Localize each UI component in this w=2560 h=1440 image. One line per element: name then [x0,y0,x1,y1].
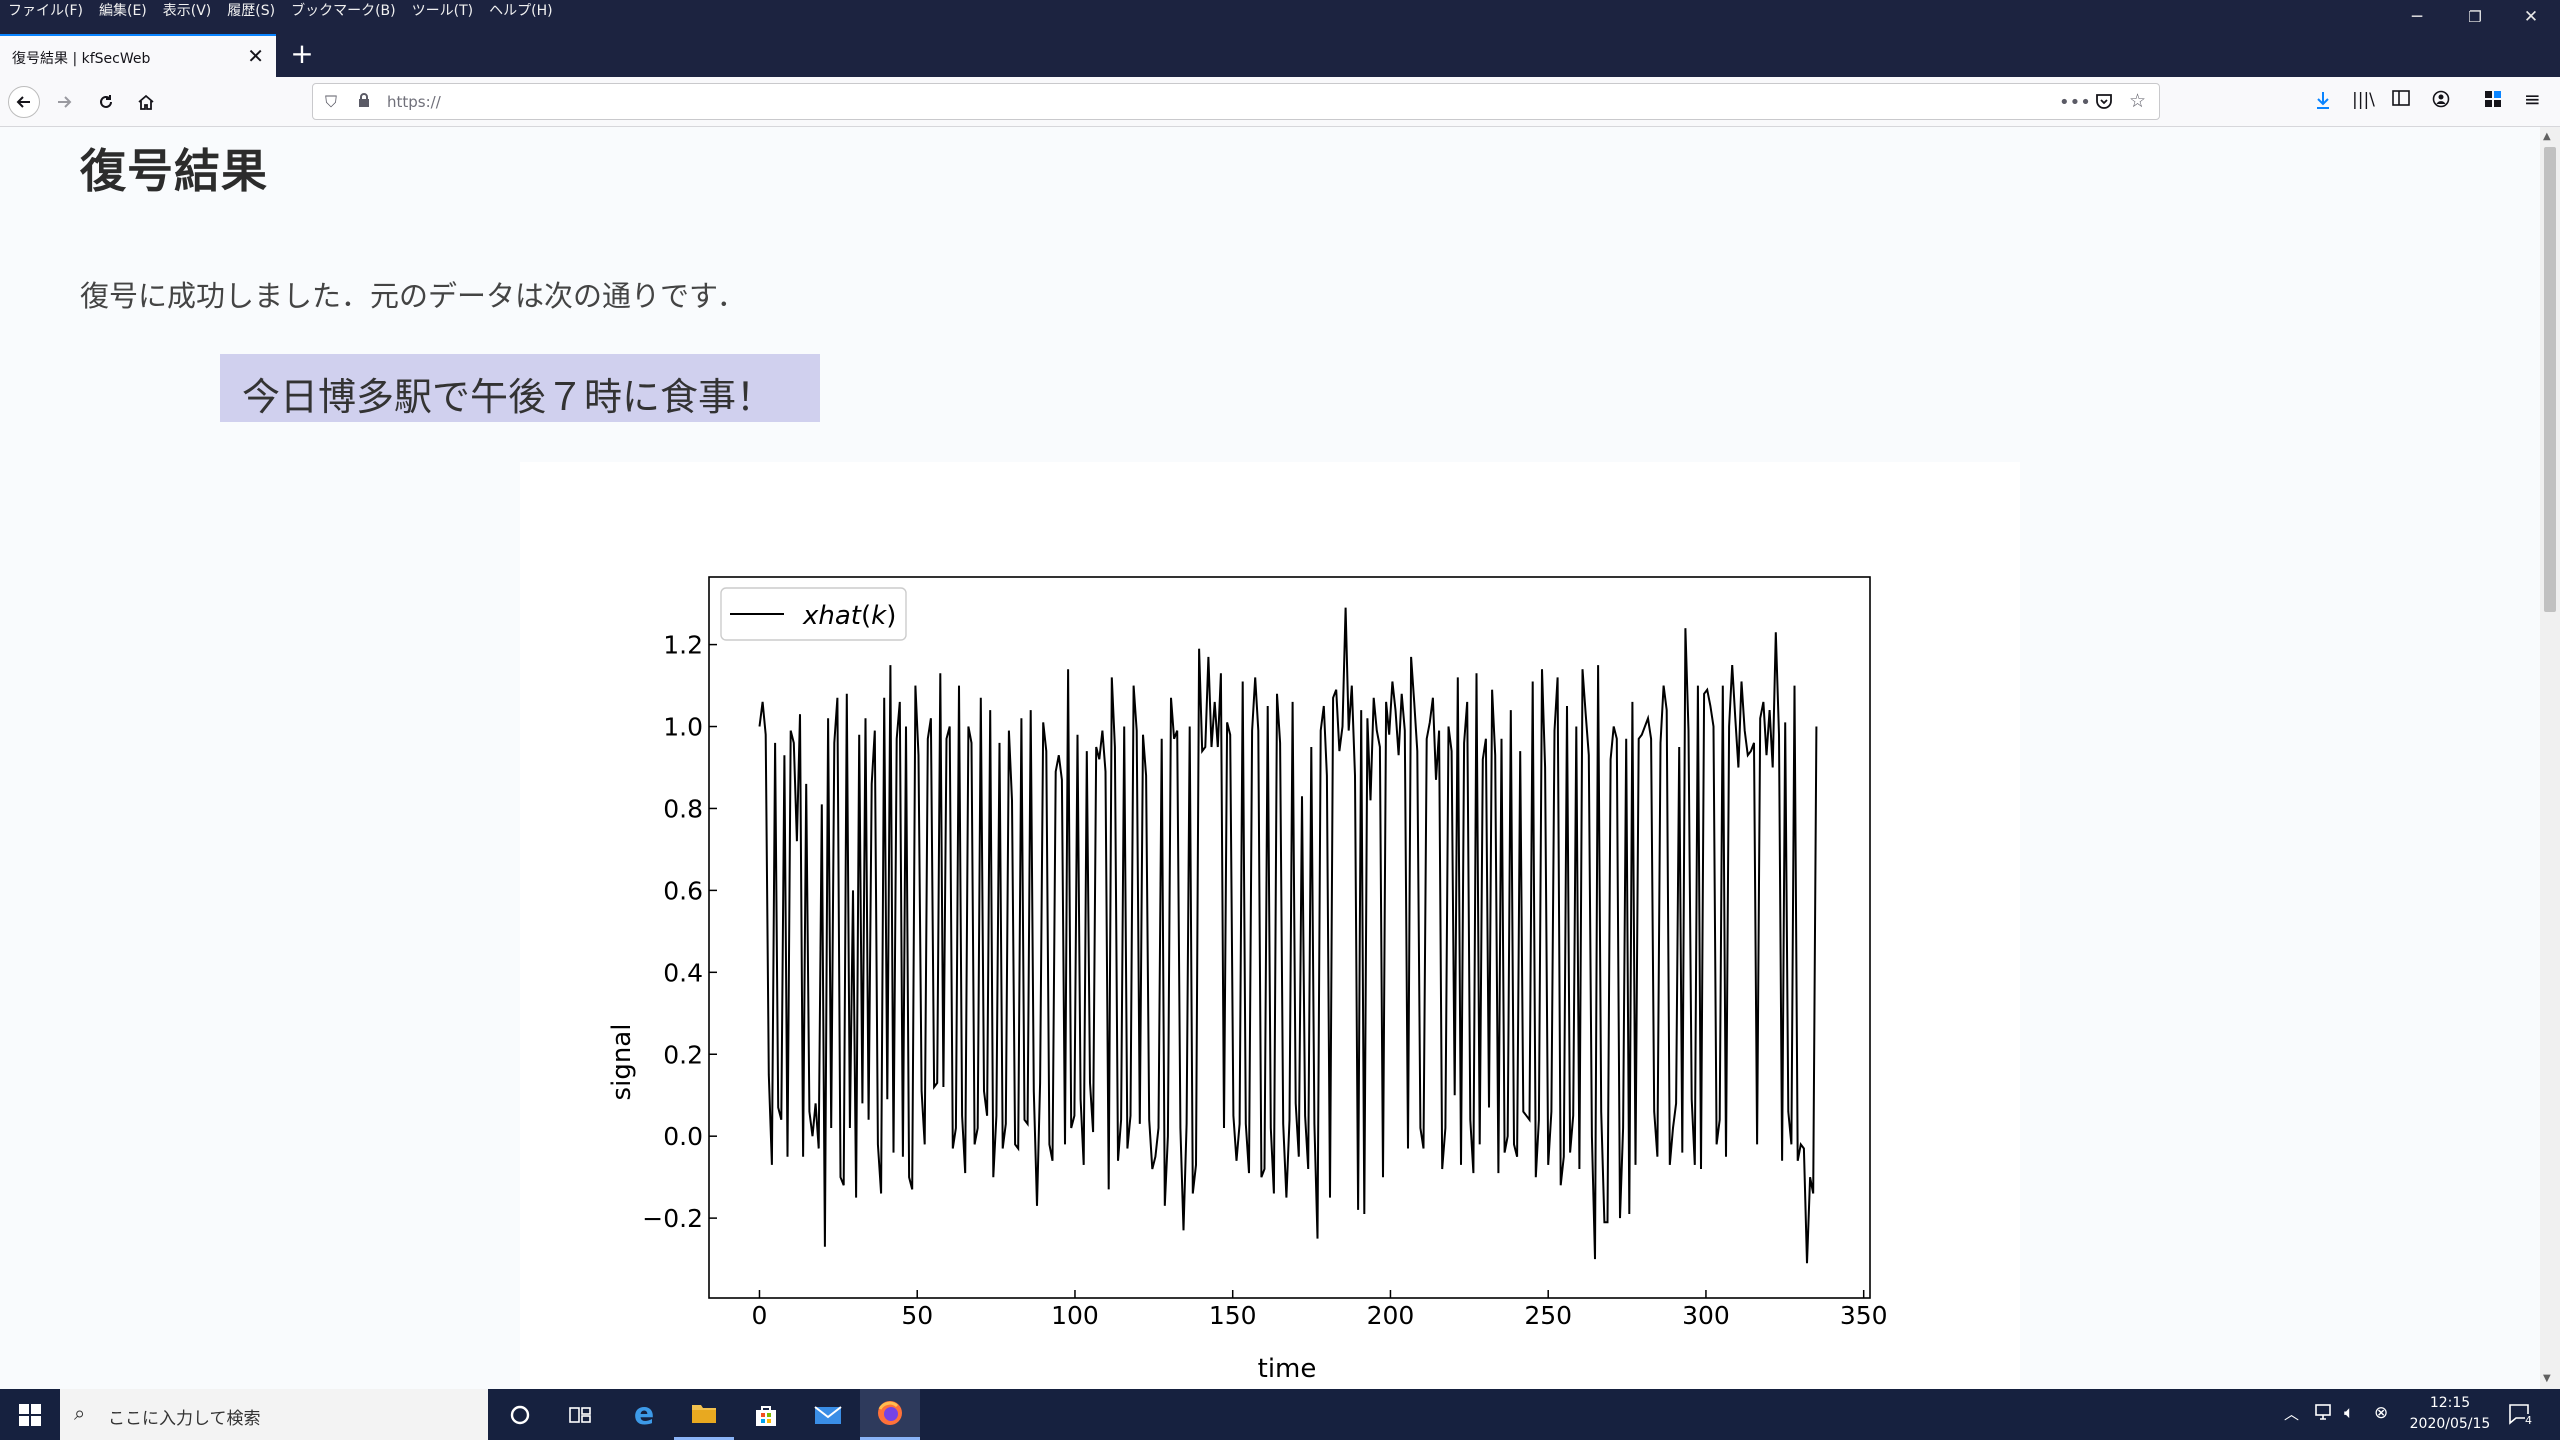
x-tick-label: 50 [901,1301,933,1330]
mail-icon[interactable] [798,1389,858,1440]
tab-active[interactable]: 復号結果 | kfSecWeb ✕ [0,34,276,77]
close-tab-icon[interactable]: ✕ [247,44,264,68]
x-axis-label: time [1258,1354,1317,1384]
url-bar[interactable]: ⛉ https:// ••• ☆ [312,83,2160,120]
network-icon[interactable] [2314,1403,2334,1426]
notification-count: 4 [2525,1414,2532,1427]
downloads-icon[interactable] [2314,90,2332,115]
clock-date: 2020/05/15 [2409,1416,2491,1432]
x-tick-label: 350 [1840,1301,1888,1330]
cortana-icon[interactable] [490,1389,550,1440]
tab-title: 復号結果 | kfSecWeb [12,51,151,67]
page-title: 復号結果 [80,144,268,198]
chart-legend: xhat(k) [720,587,907,641]
y-tick-label: 0.8 [663,794,703,823]
menu-help[interactable]: ヘルプ(H) [481,0,560,22]
decrypted-result-box: 今日博多駅で午後７時に食事！ [220,354,820,422]
signal-chart: 0 50 100 150 200 250 300 350 −0.2 0.0 0.2 0.4 0.6 0.8… [607,576,1888,1384]
bookmark-star-icon[interactable]: ☆ [2129,90,2146,112]
menu-tools[interactable]: ツール(T) [404,0,481,22]
menu-view[interactable]: 表示(V) [155,0,220,22]
minimize-icon[interactable]: ─ [2388,0,2446,34]
taskbar-clock[interactable]: 12:15 2020/05/15 [2400,1393,2500,1435]
legend-label: xhat(k) [802,601,896,631]
signal-chart-card: 0 50 100 150 200 250 300 350 −0.2 0.0 0.2 0.4 0.6 0.8… [520,462,2020,1389]
library-icon[interactable]: |||\ [2352,90,2375,110]
firefox-icon[interactable] [860,1389,920,1440]
close-window-icon[interactable]: ✕ [2502,0,2560,34]
url-text: https:// [387,93,441,111]
browser-titlebar: ファイル(F) 編集(E) 表示(V) 履歴(S) ブックマーク(B) ツール(… [0,0,2560,77]
reload-icon[interactable] [90,86,122,118]
taskbar-search-placeholder: ここに入力して検索 [108,1409,261,1429]
y-tick-label: 0.4 [663,958,703,987]
y-tick-label: 1.0 [663,713,703,742]
hamburger-menu-icon[interactable]: ≡ [2524,87,2541,111]
scroll-up-icon[interactable]: ▲ [2543,131,2551,142]
decrypted-result-text: 今日博多駅で午後７時に食事！ [242,375,775,419]
edge-browser-icon[interactable]: e [614,1389,674,1440]
new-tab-button[interactable]: + [284,36,320,72]
x-tick-label: 0 [752,1301,768,1330]
pocket-icon[interactable] [2095,92,2113,114]
forward-arrow-icon[interactable] [48,86,80,118]
restore-icon[interactable]: ❐ [2446,0,2504,34]
extensions-icon[interactable] [2484,90,2502,113]
y-tick-label: −0.2 [642,1204,703,1233]
lock-icon[interactable] [357,92,371,112]
navigation-toolbar: ⛉ https:// ••• ☆ |||\ ≡ [0,77,2560,127]
ime-status-icon[interactable]: ⊗ [2374,1403,2388,1423]
account-icon[interactable] [2432,90,2450,113]
scroll-down-icon[interactable]: ▼ [2543,1373,2551,1384]
y-tick-label: 1.2 [663,631,703,660]
taskbar-search-box[interactable]: ⌕ ここに入力して検索 [60,1389,488,1440]
x-tick-label: 300 [1682,1301,1730,1330]
clock-time: 12:15 [2429,1395,2471,1411]
page-content: 復号結果 復号に成功しました．元のデータは次の通りです． 今日博多駅で午後７時に… [0,127,2540,1389]
menu-history[interactable]: 履歴(S) [219,0,283,22]
back-arrow-icon[interactable] [8,86,40,118]
menu-bar: ファイル(F) 編集(E) 表示(V) 履歴(S) ブックマーク(B) ツール(… [0,0,561,22]
x-tick-label: 150 [1209,1301,1257,1330]
task-view-icon[interactable] [550,1389,610,1440]
menu-bookmarks[interactable]: ブックマーク(B) [283,0,404,22]
home-icon[interactable] [130,86,162,118]
windows-start-icon[interactable] [0,1389,60,1440]
page-actions-icon[interactable]: ••• [2059,92,2091,113]
tracking-shield-icon[interactable]: ⛉ [325,92,337,112]
menu-file[interactable]: ファイル(F) [0,0,91,22]
tray-chevron-up-icon[interactable]: ︿ [2284,1403,2299,1424]
x-tick-label: 250 [1524,1301,1572,1330]
store-icon[interactable] [736,1389,796,1440]
y-axis-label: signal [607,1024,637,1101]
series-line-xhat [758,607,1818,1264]
page-scrollbar[interactable]: ▲ ▼ [2540,127,2560,1389]
menu-edit[interactable]: 編集(E) [91,0,155,22]
y-tick-label: 0.2 [663,1040,703,1069]
x-tick-label: 200 [1367,1301,1415,1330]
y-tick-label: 0.6 [663,876,703,905]
volume-icon[interactable]: 🔈︎ [2344,1403,2354,1423]
y-tick-label: 0.0 [663,1122,703,1151]
file-explorer-icon[interactable] [674,1389,734,1440]
windows-taskbar: ⌕ ここに入力して検索 e ︿ 🔈︎ ⊗ 12:15 2020/05/15 4 [0,1389,2560,1440]
success-message: 復号に成功しました．元のデータは次の通りです． [80,279,746,313]
x-tick-label: 100 [1051,1301,1099,1330]
search-icon: ⌕ [74,1401,86,1425]
scroll-thumb[interactable] [2544,147,2556,612]
sidebar-icon[interactable] [2392,90,2410,111]
